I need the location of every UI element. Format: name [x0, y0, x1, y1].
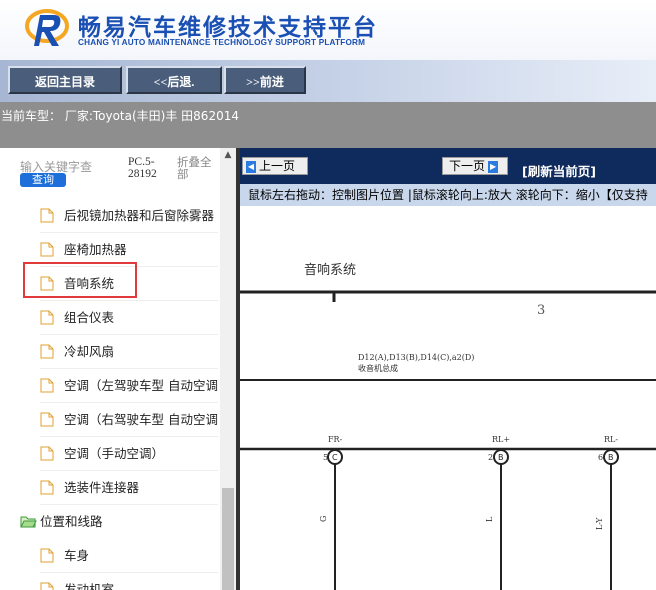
file-icon [40, 344, 54, 359]
pc-version-label: PC.5-28192 [128, 156, 157, 180]
wire-color-fr: G [319, 516, 328, 522]
file-icon [40, 480, 54, 495]
file-icon [40, 208, 54, 223]
diagram-pane: ◀ 上一页 下一页 ▶ [刷新当前页] 鼠标左右拖动：控制图片位置 |鼠标滚轮向上:… [240, 148, 656, 590]
folder-open-icon [20, 516, 37, 528]
next-page-button[interactable]: 下一页 ▶ [442, 157, 508, 175]
logo-icon [25, 9, 69, 46]
component-connectors-label: D12(A),D13(B),D14(C),a2(D) [358, 353, 474, 362]
pin-name-fr: FR- [328, 435, 343, 444]
tree-item-label: 组合仪表 [64, 310, 115, 325]
file-icon [40, 242, 54, 257]
arrow-left-icon: ◀ [246, 160, 256, 173]
wire-color-rl-minus: L-Y [595, 517, 604, 530]
connector-letter-rl-minus: B [608, 453, 614, 462]
wiring-diagram[interactable]: 音响系统 3 D12(A),D13(B),D14(C),a2(D) 收音机总成 … [240, 206, 656, 590]
file-icon [40, 582, 54, 590]
pin-number-rl-plus: 2 [488, 453, 493, 462]
tree-item-ac-lhd-auto[interactable]: 空调（左驾驶车型 自动空调 [40, 369, 218, 403]
sidebar: 输入关键字查 查询 PC.5-28192 折叠全部 后视镜加热器和后窗除雾器 座… [0, 148, 236, 590]
tree-item-label: 车身 [64, 548, 90, 563]
pin-name-rl-plus: RL+ [492, 435, 510, 444]
tree-item-label: 发动机室 [64, 582, 115, 590]
tree-item-label: 冷却风扇 [64, 344, 115, 359]
scroll-up-arrow-icon[interactable]: ▲ [220, 148, 236, 162]
app-header: 畅易汽车维修技术支持平台 CHANG YI AUTO MAINTENANCE T… [0, 0, 656, 60]
arrow-right-icon: ▶ [488, 160, 499, 173]
tree-item-engine-room[interactable]: 发动机室 [40, 573, 218, 590]
tree-folder-location-wiring[interactable]: 位置和线路 [20, 505, 218, 538]
file-icon [40, 310, 54, 325]
tree-item-label: 空调（右驾驶车型 自动空调 [64, 412, 218, 427]
app-subtitle: CHANG YI AUTO MAINTENANCE TECHNOLOGY SUP… [78, 38, 366, 47]
diagram-title: 音响系统 [304, 262, 356, 278]
wire-color-rl-plus: L [485, 516, 494, 522]
file-icon [40, 378, 54, 393]
tree-item-label: 空调（手动空调） [64, 446, 165, 461]
collapse-all-button[interactable]: 折叠全部 [177, 156, 219, 180]
pager-bar: ◀ 上一页 下一页 ▶ [刷新当前页] [240, 148, 656, 184]
scroll-thumb[interactable] [222, 488, 234, 590]
diagram-page-number: 3 [537, 303, 545, 318]
main-menu-button[interactable]: 返回主目录 [8, 66, 122, 94]
forward-button[interactable]: >>前进 [224, 66, 306, 94]
tree-item-label: 后视镜加热器和后窗除雾器 [64, 208, 215, 223]
mouse-hint-bar: 鼠标左右拖动：控制图片位置 |鼠标滚轮向上:放大 滚轮向下：缩小【仅支持 [240, 184, 656, 206]
refresh-page-button[interactable]: [刷新当前页] [522, 161, 596, 180]
tree-item-body[interactable]: 车身 [40, 539, 218, 573]
tree-item-mirror-heater[interactable]: 后视镜加热器和后窗除雾器 [40, 199, 218, 233]
pin-number-rl-minus: 6 [598, 453, 603, 462]
tree-item-cooling-fan[interactable]: 冷却风扇 [40, 335, 218, 369]
back-button[interactable]: <<后退. [126, 66, 222, 94]
next-page-label: 下一页 [449, 159, 486, 173]
connector-letter-fr: C [332, 453, 338, 462]
selected-item-highlight [23, 262, 137, 298]
tree-item-label: 空调（左驾驶车型 自动空调 [64, 378, 218, 393]
vehicle-info-bar: 当前车型： 厂家:Toyota(丰田)丰 田862014 [0, 102, 656, 148]
component-name-label: 收音机总成 [358, 363, 398, 373]
file-icon [40, 548, 54, 563]
search-button[interactable]: 查询 [20, 173, 66, 187]
pin-name-rl-minus: RL- [604, 435, 618, 444]
tree-item-ac-manual[interactable]: 空调（手动空调） [40, 437, 218, 471]
tree-item-ac-rhd-auto[interactable]: 空调（右驾驶车型 自动空调 [40, 403, 218, 437]
prev-page-button[interactable]: ◀ 上一页 [242, 157, 308, 175]
tree-item-label: 选装件连接器 [64, 480, 140, 495]
tree-item-instrument-cluster[interactable]: 组合仪表 [40, 301, 218, 335]
current-vehicle-text: 当前车型： 厂家:Toyota(丰田)丰 田862014 [1, 109, 239, 123]
file-icon [40, 412, 54, 427]
tree-item-label: 位置和线路 [40, 514, 103, 529]
sidebar-scrollbar[interactable]: ▲ [220, 148, 236, 590]
app-title: 畅易汽车维修技术支持平台 [78, 15, 378, 41]
prev-page-label: 上一页 [259, 159, 296, 173]
file-icon [40, 446, 54, 461]
main-toolbar: 返回主目录 <<后退. >>前进 [0, 60, 656, 102]
connector-letter-rl-plus: B [498, 453, 504, 462]
tree-item-option-connector[interactable]: 选装件连接器 [40, 471, 218, 505]
